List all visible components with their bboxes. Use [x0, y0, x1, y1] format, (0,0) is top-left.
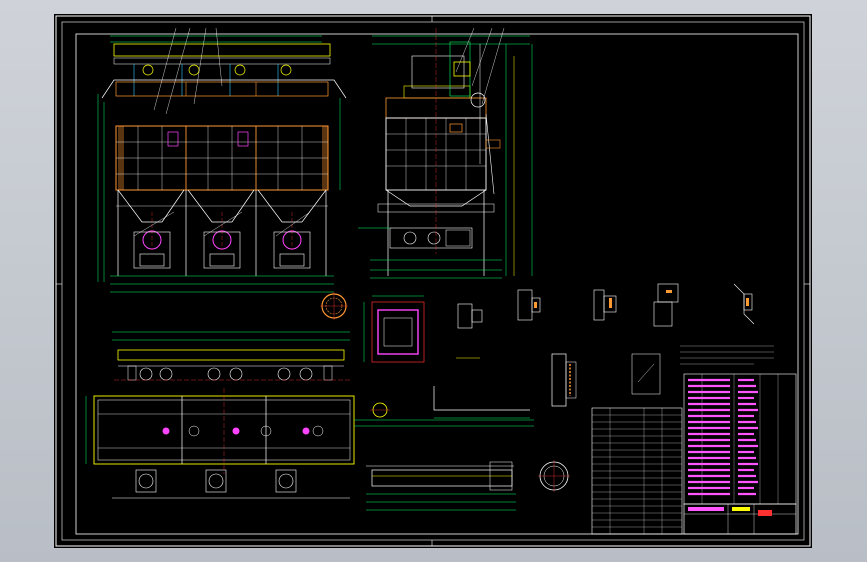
cad-viewport[interactable] [0, 0, 867, 562]
drawing-canvas[interactable] [54, 14, 812, 548]
front-view-icon[interactable] [97, 27, 347, 293]
outer-border [55, 15, 811, 547]
title-block-icon[interactable] [591, 373, 797, 535]
drawing-sheet[interactable] [54, 14, 812, 548]
plan-view-icon[interactable] [85, 331, 355, 499]
side-view-icon[interactable] [358, 27, 533, 279]
inner-border [61, 21, 805, 541]
